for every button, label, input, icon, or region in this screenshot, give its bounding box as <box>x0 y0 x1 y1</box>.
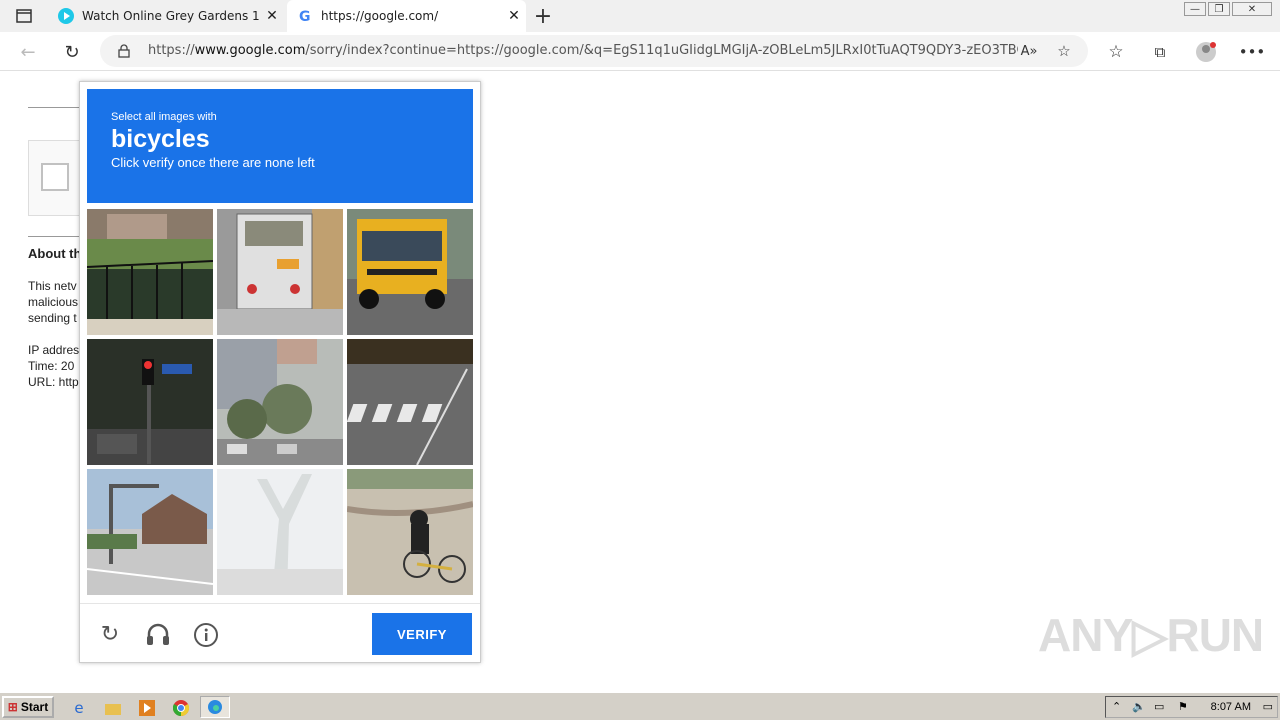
edge-icon[interactable] <box>200 696 230 718</box>
lock-icon[interactable] <box>116 43 132 59</box>
flag-icon[interactable]: ⚑ <box>1178 700 1188 713</box>
image-grid <box>87 209 473 595</box>
reload-icon[interactable]: ↻ <box>98 622 122 647</box>
internet-explorer-icon[interactable]: e <box>70 699 88 717</box>
system-tray: ⌃ 🔈 ▭ ⚑ 8:07 AM ▭ <box>1105 696 1278 718</box>
recaptcha-box[interactable] <box>28 140 80 216</box>
start-label: Start <box>20 700 49 714</box>
recaptcha-checkbox[interactable] <box>41 163 69 191</box>
minimize-button[interactable]: — <box>1184 2 1206 16</box>
url-domain: www.google.com <box>194 43 306 58</box>
headphones-icon[interactable] <box>144 622 172 646</box>
more-menu-icon[interactable]: ••• <box>1239 40 1266 64</box>
page-content: About th This netv malicious sending t I… <box>0 72 1280 692</box>
back-icon[interactable]: ← <box>16 40 40 64</box>
url-path: /sorry/index?continue=https://google.com… <box>305 43 1018 58</box>
select-text: Select all images with <box>111 111 217 123</box>
volume-icon[interactable]: 🔈 <box>1132 700 1146 713</box>
verify-button[interactable]: VERIFY <box>372 613 472 655</box>
navigation-bar: ← ↻ https://www.google.com/sorry/index?c… <box>0 32 1280 71</box>
about-line: This netv <box>28 279 77 293</box>
refresh-icon[interactable]: ↻ <box>60 40 84 64</box>
captcha-footer: ↻ VERIFY <box>80 603 480 663</box>
tab-strip: Watch Online Grey Gardens 1975 ✕ G https… <box>0 0 1280 32</box>
svg-text:G: G <box>299 9 311 24</box>
anyrun-watermark: ANY▷RUN <box>1038 609 1264 661</box>
url-line: URL: http <box>28 375 79 389</box>
tile-school-bus[interactable] <box>347 209 473 335</box>
about-line: sending t <box>28 311 77 325</box>
restore-button[interactable]: ❐ <box>1208 2 1230 16</box>
url-text[interactable]: https://www.google.com/sorry/index?conti… <box>148 35 1018 67</box>
tab-title: Watch Online Grey Gardens 1975 <box>82 9 260 23</box>
new-tab-button[interactable]: + <box>530 4 556 29</box>
network-icon[interactable]: ▭ <box>1154 700 1164 713</box>
chrome-icon[interactable] <box>172 699 190 717</box>
tab-grey-gardens[interactable]: Watch Online Grey Gardens 1975 ✕ <box>48 0 284 32</box>
read-aloud-icon[interactable]: A» <box>1020 43 1038 59</box>
tab-google[interactable]: G https://google.com/ ✕ <box>287 0 526 32</box>
tile-traffic-light[interactable] <box>87 339 213 465</box>
chevron-up-icon[interactable]: ⌃ <box>1112 700 1121 713</box>
folder-icon[interactable] <box>104 699 122 717</box>
tile-crosswalk[interactable] <box>347 339 473 465</box>
notification-icon[interactable]: ▭ <box>1263 700 1273 713</box>
tab-actions-icon[interactable] <box>12 6 36 26</box>
start-button[interactable]: ⊞ Start <box>2 696 54 718</box>
captcha-challenge: Select all images with bicycles Click ve… <box>79 81 481 663</box>
tile-intersection[interactable] <box>87 469 213 595</box>
address-bar[interactable]: https://www.google.com/sorry/index?conti… <box>100 35 1088 67</box>
about-text: This netv malicious sending t IP addres … <box>28 278 79 390</box>
url-scheme: https:// <box>148 43 195 58</box>
close-tab-icon[interactable]: ✕ <box>260 8 284 24</box>
divider <box>28 107 83 108</box>
clock[interactable]: 8:07 AM <box>1211 701 1251 713</box>
divider <box>28 236 83 237</box>
collections-icon[interactable]: ⧉ <box>1148 40 1172 64</box>
about-heading: About th <box>28 246 82 261</box>
close-window-button[interactable]: ✕ <box>1232 2 1272 16</box>
tab-title: https://google.com/ <box>321 9 439 23</box>
info-icon[interactable] <box>192 622 220 648</box>
close-tab-icon[interactable]: ✕ <box>502 8 526 24</box>
add-favorite-icon[interactable]: ☆ <box>1055 42 1073 60</box>
profile-avatar[interactable] <box>1194 40 1218 64</box>
instruction-text: Click verify once there are none left <box>111 155 315 170</box>
play-icon <box>58 8 74 24</box>
google-icon: G <box>299 9 311 24</box>
time-text: Time: 20 <box>28 359 75 373</box>
tile-cyclist[interactable] <box>347 469 473 595</box>
about-line: malicious <box>28 295 79 309</box>
tile-street-trees[interactable] <box>217 339 343 465</box>
tile-bus-rear[interactable] <box>217 209 343 335</box>
tile-footbridge[interactable] <box>87 209 213 335</box>
tile-sculpture[interactable] <box>217 469 343 595</box>
favorites-icon[interactable]: ☆ <box>1104 40 1128 64</box>
captcha-header: Select all images with bicycles Click ve… <box>87 89 473 203</box>
windows-logo-icon: ⊞ <box>7 700 18 714</box>
ip-address: IP addres <box>28 343 80 357</box>
media-player-icon[interactable] <box>138 699 156 717</box>
target-object: bicycles <box>111 125 210 153</box>
taskbar: ⊞ Start e ⌃ 🔈 ▭ ⚑ 8:07 AM ▭ <box>0 692 1280 720</box>
